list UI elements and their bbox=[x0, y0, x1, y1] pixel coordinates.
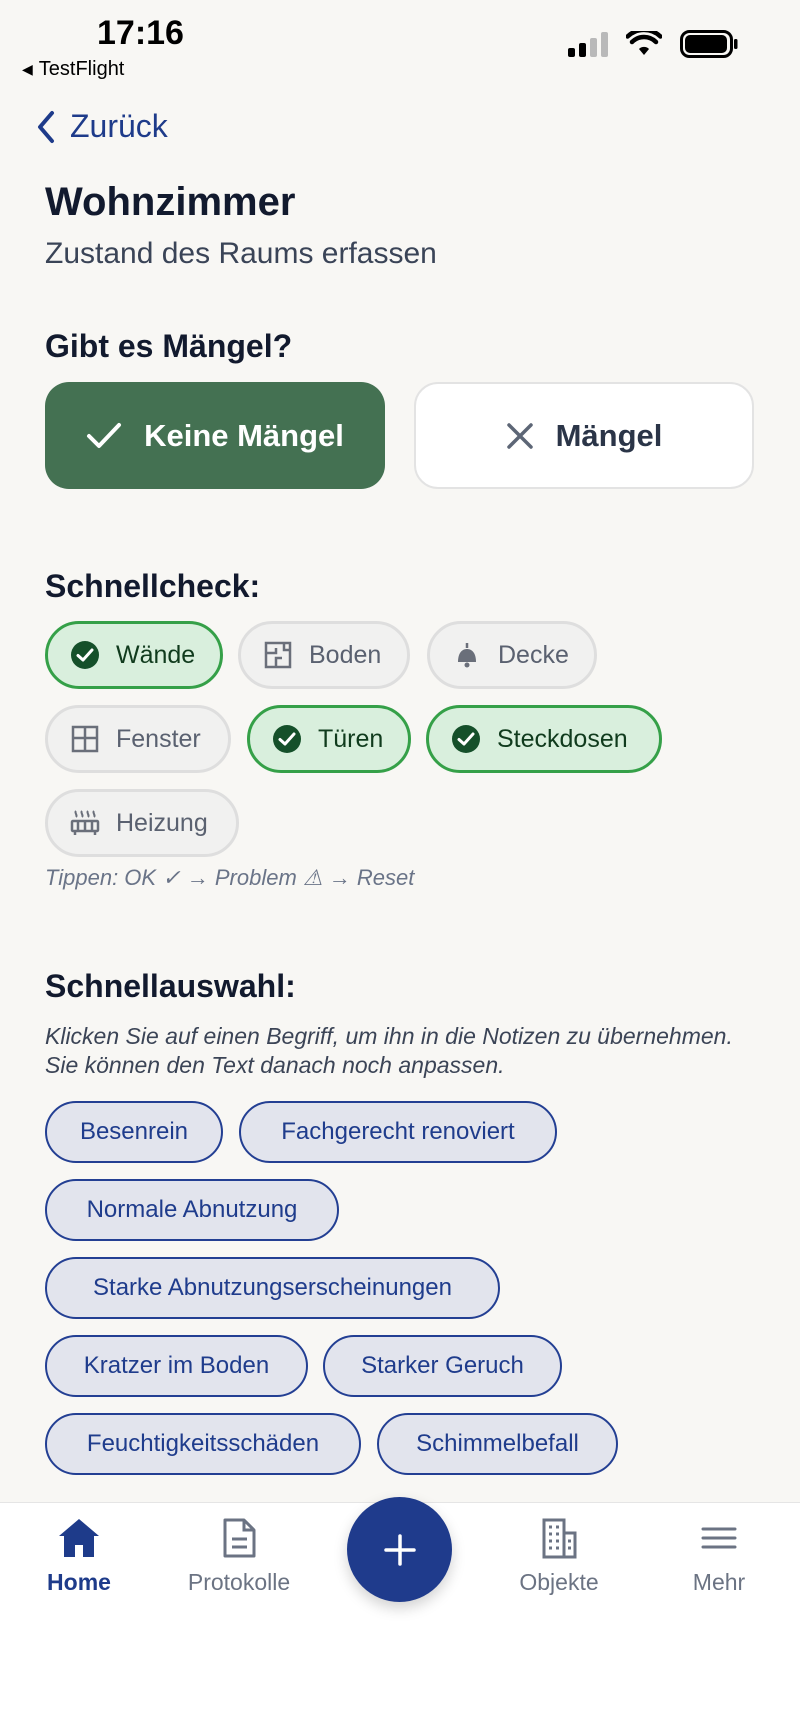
menu-icon bbox=[701, 1527, 737, 1549]
quickcheck-chip-decke[interactable]: Decke bbox=[427, 621, 597, 689]
wifi-icon bbox=[626, 31, 662, 55]
quickcheck-chip-waende[interactable]: Wände bbox=[45, 621, 223, 689]
check-circle-icon bbox=[451, 724, 481, 754]
window-icon bbox=[70, 724, 100, 754]
back-to-app-link[interactable]: ◀ TestFlight bbox=[22, 58, 124, 81]
quickcheck-hint: Tippen: OK ✓ → Problem ⚠ → Reset bbox=[45, 865, 415, 890]
no-defects-label: Keine Mängel bbox=[144, 417, 344, 453]
quickselect-term[interactable]: Normale Abnutzung bbox=[45, 1179, 339, 1241]
check-icon bbox=[87, 422, 122, 448]
quickcheck-chip-label: Türen bbox=[318, 724, 384, 753]
check-circle-icon bbox=[272, 724, 302, 754]
add-button[interactable] bbox=[347, 1497, 452, 1602]
quickcheck-chip-label: Boden bbox=[309, 640, 382, 669]
quickselect-description: Klicken Sie auf einen Begriff, um ihn in… bbox=[45, 1023, 733, 1078]
quickselect-term[interactable]: Besenrein bbox=[45, 1101, 223, 1163]
quickselect-term[interactable]: Fachgerecht renoviert bbox=[239, 1101, 557, 1163]
quickselect-term[interactable]: Starke Abnutzungserscheinungen bbox=[45, 1257, 500, 1319]
heater-icon bbox=[70, 808, 100, 838]
quickcheck-chip-label: Heizung bbox=[116, 808, 208, 837]
check-circle-icon bbox=[70, 640, 100, 670]
quickcheck-chip-label: Steckdosen bbox=[497, 724, 628, 753]
plus-icon bbox=[383, 1533, 416, 1566]
quickcheck-chip-tueren[interactable]: Türen bbox=[247, 705, 411, 773]
cellular-signal-icon bbox=[568, 31, 608, 57]
quickcheck-chip-steckdosen[interactable]: Steckdosen bbox=[426, 705, 662, 773]
quickcheck-chip-label: Fenster bbox=[116, 724, 201, 753]
building-icon bbox=[542, 1518, 577, 1559]
defects-button[interactable]: Mängel bbox=[414, 382, 754, 489]
close-icon bbox=[506, 422, 533, 449]
back-label: Zurück bbox=[70, 108, 168, 144]
defects-label: Mängel bbox=[555, 417, 663, 453]
defects-question: Gibt es Mängel? bbox=[45, 328, 293, 364]
document-icon bbox=[223, 1518, 256, 1558]
system-icons bbox=[568, 30, 738, 58]
tab-label: Objekte bbox=[519, 1569, 599, 1595]
tab-objekte[interactable]: Objekte bbox=[489, 1517, 629, 1596]
home-icon bbox=[59, 1519, 99, 1557]
status-bar: 17:16 ◀ TestFlight bbox=[0, 0, 800, 85]
tab-label: Mehr bbox=[692, 1569, 746, 1595]
ceiling-lamp-icon bbox=[452, 640, 482, 670]
quickcheck-chip-fenster[interactable]: Fenster bbox=[45, 705, 231, 773]
tab-label: Protokolle bbox=[187, 1569, 291, 1595]
back-app-label: TestFlight bbox=[38, 58, 125, 80]
back-triangle-icon: ◀ bbox=[22, 61, 33, 77]
floorplan-icon bbox=[263, 640, 293, 670]
page-title: Wohnzimmer bbox=[45, 180, 296, 224]
status-time: 17:16 bbox=[97, 14, 184, 52]
battery-icon bbox=[680, 30, 738, 58]
tab-label: Home bbox=[47, 1569, 111, 1595]
quickselect-title: Schnellauswahl: bbox=[45, 968, 296, 1004]
tab-mehr[interactable]: Mehr bbox=[649, 1517, 789, 1596]
quickselect-term[interactable]: Schimmelbefall bbox=[377, 1413, 618, 1475]
tab-protokolle[interactable]: Protokolle bbox=[169, 1517, 309, 1596]
quickcheck-chip-heizung[interactable]: Heizung bbox=[45, 789, 239, 857]
quickcheck-chip-label: Decke bbox=[498, 640, 569, 669]
quickcheck-chip-boden[interactable]: Boden bbox=[238, 621, 410, 689]
no-defects-button[interactable]: Keine Mängel bbox=[45, 382, 385, 489]
chevron-left-icon bbox=[38, 110, 54, 143]
quickselect-term[interactable]: Kratzer im Boden bbox=[45, 1335, 308, 1397]
tab-home[interactable]: Home bbox=[9, 1517, 149, 1596]
quickcheck-title: Schnellcheck: bbox=[45, 568, 261, 604]
quickselect-term[interactable]: Feuchtigkeitsschäden bbox=[45, 1413, 361, 1475]
quickselect-term[interactable]: Starker Geruch bbox=[323, 1335, 562, 1397]
back-button[interactable]: Zurück bbox=[36, 108, 168, 145]
page-subtitle: Zustand des Raums erfassen bbox=[45, 237, 437, 270]
quickcheck-chip-label: Wände bbox=[116, 640, 196, 669]
